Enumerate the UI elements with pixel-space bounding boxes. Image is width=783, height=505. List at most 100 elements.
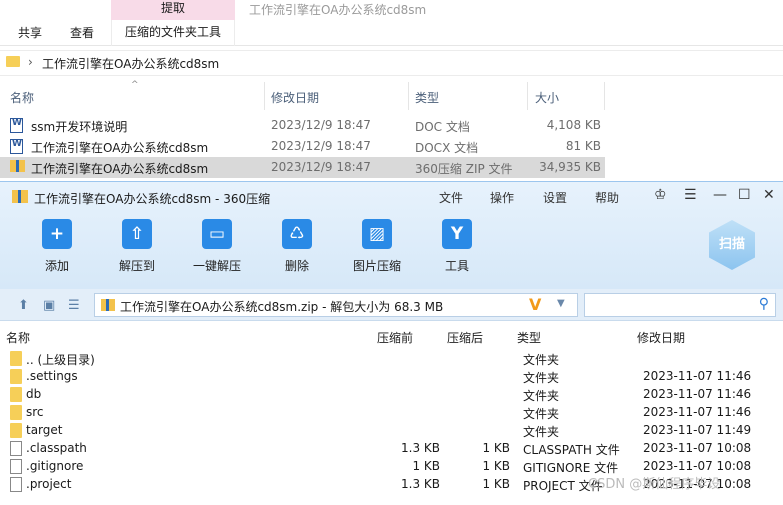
entry-name: .project — [26, 477, 72, 491]
close-icon[interactable]: ✕ — [763, 187, 775, 203]
one-click-extract-icon: ▭ — [202, 219, 232, 249]
entry-name: .classpath — [26, 441, 87, 455]
archive-row[interactable]: target 文件夹 2023-11-07 11:49 — [0, 422, 783, 440]
toolbar-image-compress-button[interactable]: ▨ 图片压缩 — [345, 219, 409, 274]
column-modified[interactable]: 修改日期 — [637, 329, 685, 346]
zip-icon — [101, 299, 115, 311]
tab-compressed-folder-tools[interactable]: 压缩的文件夹工具 — [111, 20, 235, 46]
archive-app-icon — [12, 190, 28, 203]
column-name[interactable]: 名称 — [6, 329, 30, 346]
minimize-icon[interactable]: — — [713, 187, 727, 203]
file-row-selected[interactable]: 工作流引擎在OA办公系统cd8sm 2023/12/9 18:47 360压缩 … — [0, 157, 605, 178]
file-size: 34,935 KB — [539, 160, 601, 174]
tab-share[interactable]: 共享 — [18, 24, 42, 41]
entry-name: db — [26, 387, 42, 401]
maximize-icon[interactable]: ☐ — [738, 187, 751, 203]
entry-type: 文件夹 — [523, 353, 560, 367]
add-icon: + — [42, 219, 72, 249]
size-after: 1 KB — [482, 441, 510, 455]
menu-file[interactable]: 文件 — [439, 189, 463, 206]
view-list-icon[interactable]: ☰ — [68, 298, 80, 313]
entry-modified: 2023-11-07 11:46 — [643, 405, 752, 419]
column-before[interactable]: 压缩前 — [377, 329, 413, 346]
column-after[interactable]: 压缩后 — [447, 329, 483, 346]
skin-icon[interactable]: ♔ — [654, 187, 667, 203]
column-name[interactable]: 名称 — [10, 89, 34, 106]
entry-name: target — [26, 423, 63, 437]
column-type[interactable]: 类型 — [517, 329, 541, 346]
file-icon — [10, 441, 22, 456]
entry-type: 文件夹 — [523, 389, 560, 403]
entry-modified: 2023-11-07 10:08 — [643, 441, 752, 455]
archive-row[interactable]: .classpath 1.3 KB 1 KB CLASSPATH 文件 2023-11-… — [0, 440, 783, 458]
file-icon — [10, 477, 22, 492]
column-date[interactable]: 修改日期 — [271, 89, 319, 106]
entry-type: 文件夹 — [523, 407, 560, 421]
archive-path-text: 工作流引擎在OA办公系统cd8sm.zip - 解包大小为 68.3 MB — [120, 300, 444, 314]
file-type: DOC 文档 — [415, 120, 470, 134]
file-name: 工作流引擎在OA办公系统cd8sm — [31, 141, 209, 155]
explorer-window-title: 工作流引擎在OA办公系统cd8sm — [249, 3, 427, 17]
entry-name: src — [26, 405, 44, 419]
file-date: 2023/12/9 18:47 — [271, 118, 371, 132]
dropdown-arrow-icon[interactable]: ▼ — [557, 298, 565, 309]
archive-row[interactable]: db 文件夹 2023-11-07 11:46 — [0, 386, 783, 404]
toolbar-tools-button[interactable]: Y 工具 — [425, 219, 489, 274]
toolbar-delete-button[interactable]: ♺ 删除 — [265, 219, 329, 274]
explorer-ribbon: 共享 查看 提取 压缩的文件夹工具 工作流引擎在OA办公系统cd8sm — [0, 0, 783, 46]
folder-icon — [10, 369, 22, 384]
file-row[interactable]: 工作流引擎在OA办公系统cd8sm 2023/12/9 18:47 DOCX 文… — [0, 136, 605, 157]
menu-lines-icon[interactable]: ☰ — [684, 187, 697, 203]
explorer-column-headers: 名称 修改日期 类型 大小 — [0, 82, 605, 110]
entry-modified: 2023-11-07 11:46 — [643, 369, 752, 383]
file-date: 2023/12/9 18:47 — [271, 139, 371, 153]
context-tab-extract[interactable]: 提取 — [111, 0, 235, 20]
v-logo-icon[interactable]: V — [529, 295, 541, 314]
folder-icon — [10, 351, 22, 366]
archive-search-input[interactable]: ⚲ — [584, 293, 776, 317]
folder-icon — [10, 423, 22, 438]
address-path[interactable]: 工作流引擎在OA办公系统cd8sm — [42, 55, 219, 72]
toolbar-extract-to-button[interactable]: ⇧ 解压到 — [105, 219, 169, 274]
column-type[interactable]: 类型 — [415, 89, 439, 106]
size-before: 1.3 KB — [401, 477, 440, 491]
column-size[interactable]: 大小 — [535, 89, 559, 106]
extract-icon: ⇧ — [122, 219, 152, 249]
size-before: 1 KB — [412, 459, 440, 473]
archive-column-headers: 名称 压缩前 压缩后 类型 修改日期 — [0, 326, 783, 346]
delete-icon: ♺ — [282, 219, 312, 249]
archive-path-field[interactable]: 工作流引擎在OA办公系统cd8sm.zip - 解包大小为 68.3 MB V … — [94, 293, 578, 317]
menu-operate[interactable]: 操作 — [490, 189, 514, 206]
file-size: 4,108 KB — [546, 118, 601, 132]
file-size: 81 KB — [565, 139, 601, 153]
search-icon[interactable]: ⚲ — [759, 296, 769, 312]
archiver-title: 工作流引擎在OA办公系统cd8sm - 360压缩 — [34, 192, 271, 206]
file-row[interactable]: ssm开发环境说明 2023/12/9 18:47 DOC 文档 4,108 K… — [0, 115, 605, 136]
size-after: 1 KB — [482, 459, 510, 473]
toolbar-add-button[interactable]: + 添加 — [25, 219, 89, 274]
archiver-header: 工作流引擎在OA办公系统cd8sm - 360压缩 文件 操作 设置 帮助 ♔ … — [0, 182, 783, 289]
archive-row[interactable]: .settings 文件夹 2023-11-07 11:46 — [0, 368, 783, 386]
word-doc-icon — [10, 118, 23, 133]
menu-settings[interactable]: 设置 — [543, 189, 567, 206]
toolbar-one-click-extract-button[interactable]: ▭ 一键解压 — [185, 219, 249, 274]
size-after: 1 KB — [482, 477, 510, 491]
chevron-right-icon[interactable]: › — [28, 55, 33, 69]
tab-view[interactable]: 查看 — [70, 24, 94, 41]
entry-modified: 2023-11-07 11:46 — [643, 387, 752, 401]
view-thumbnails-icon[interactable]: ▣ — [43, 298, 55, 313]
watermark: CSDN @斯仙程序毕设 — [588, 477, 721, 492]
file-date: 2023/12/9 18:47 — [271, 160, 371, 174]
scan-button[interactable]: 扫描 — [709, 220, 755, 270]
file-type: DOCX 文档 — [415, 141, 479, 155]
folder-icon — [10, 405, 22, 420]
archive-row[interactable]: src 文件夹 2023-11-07 11:46 — [0, 404, 783, 422]
up-arrow-icon[interactable]: ⬆ — [18, 298, 29, 313]
explorer-address-bar[interactable]: › 工作流引擎在OA办公系统cd8sm — [0, 50, 783, 76]
image-compress-icon: ▨ — [362, 219, 392, 249]
entry-modified: 2023-11-07 10:08 — [643, 459, 752, 473]
menu-help[interactable]: 帮助 — [595, 189, 619, 206]
archive-row[interactable]: .. (上级目录) 文件夹 — [0, 350, 783, 368]
folder-icon — [6, 56, 20, 67]
file-name: ssm开发环境说明 — [31, 120, 128, 134]
